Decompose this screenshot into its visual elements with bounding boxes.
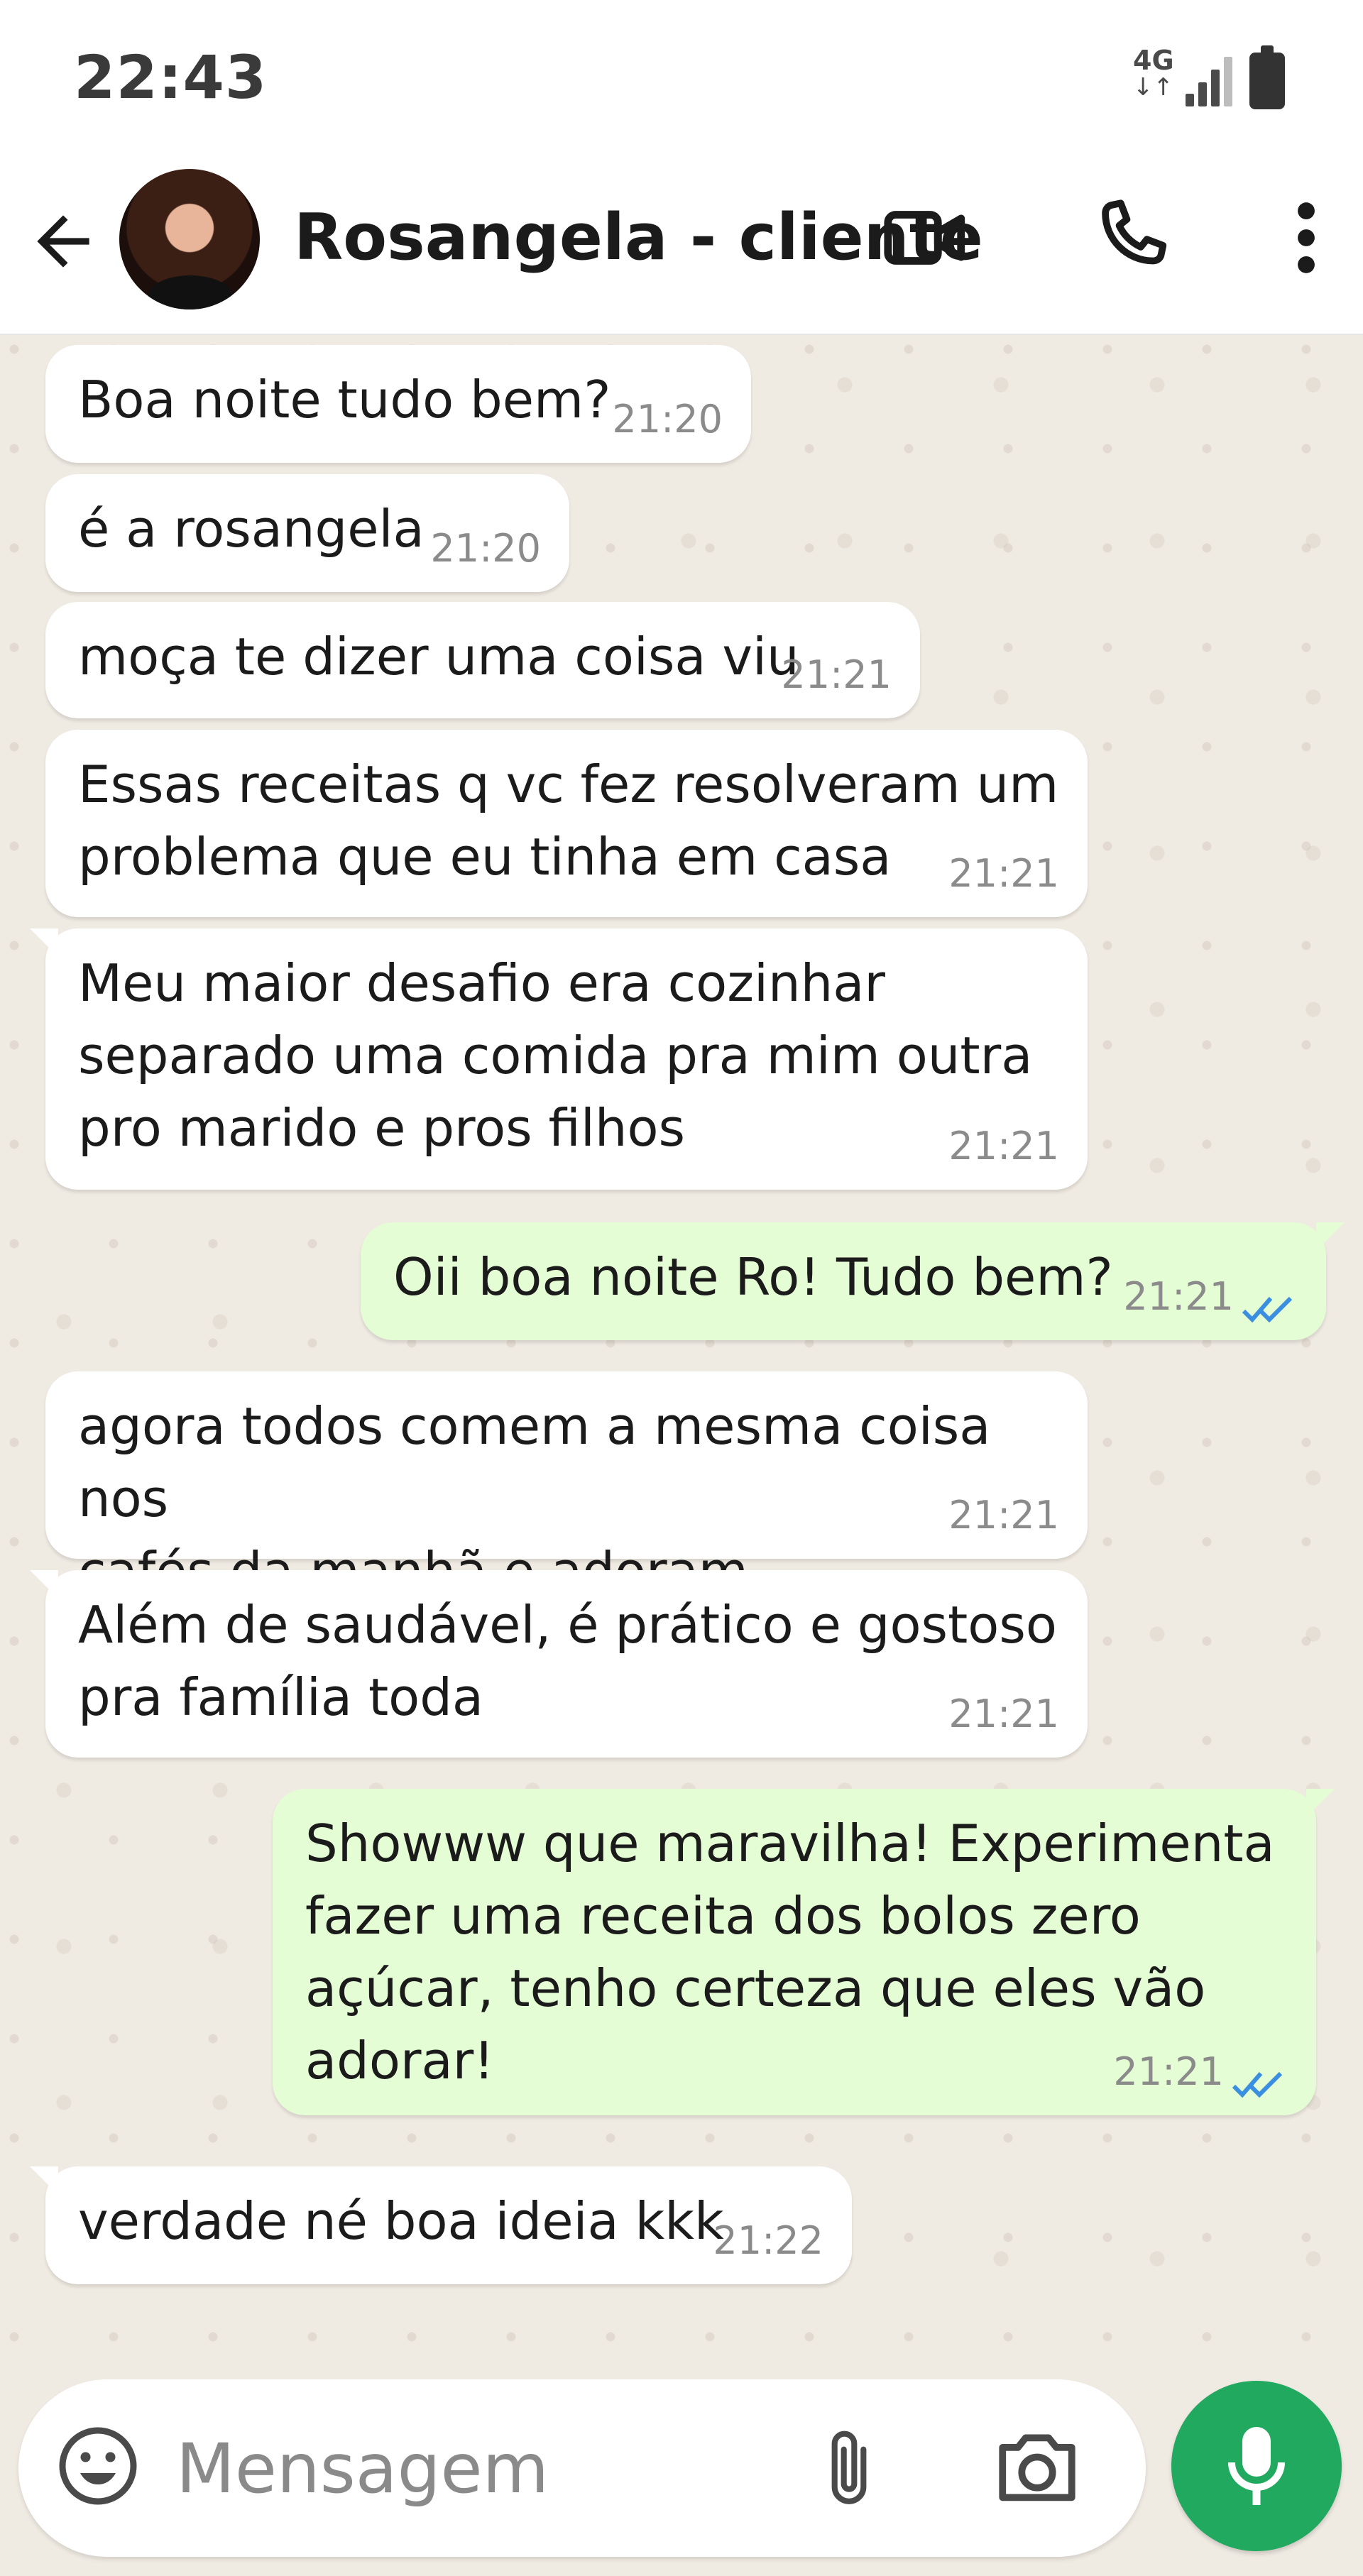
phone-icon[interactable] (1086, 192, 1178, 284)
video-call-icon[interactable] (880, 192, 973, 284)
battery-icon (1249, 45, 1285, 109)
message-time: 21:22 (713, 2218, 823, 2263)
message-text: Além de saudável, é prático e gostoso pr… (78, 1595, 1057, 1727)
message-bubble-incoming[interactable]: verdade né boa ideia kkk 21:22 (30, 2166, 852, 2284)
message-text: Oii boa noite Ro! Tudo bem? (393, 1247, 1113, 1307)
message-bubble-incoming[interactable]: Boa noite tudo bem? 21:20 (45, 345, 751, 463)
message-text: é a rosangela (78, 499, 425, 559)
message-time: 21:20 (612, 397, 723, 442)
message-bubble-outgoing[interactable]: Oii boa noite Ro! Tudo bem? 21:21 (361, 1222, 1345, 1340)
avatar[interactable] (119, 169, 260, 309)
back-arrow-icon[interactable] (24, 202, 102, 280)
message-list[interactable]: Boa noite tudo bem? 21:20 é a rosangela … (0, 335, 1363, 2379)
status-time: 22:43 (74, 43, 268, 112)
message-bubble-incoming[interactable]: moça te dizer uma coisa viu 21:21 (45, 602, 920, 718)
paperclip-icon[interactable] (814, 2421, 885, 2513)
more-vert-icon[interactable] (1285, 192, 1328, 284)
message-bubble-incoming[interactable]: Além de saudável, é prático e gostoso pr… (30, 1570, 1088, 1758)
message-bubble-incoming[interactable]: Essas receitas q vc fez resolveram um pr… (45, 730, 1088, 917)
status-bar: 22:43 4G ↓↑ (0, 0, 1363, 163)
message-text: Boa noite tudo bem? (78, 370, 611, 429)
camera-icon[interactable] (991, 2421, 1083, 2513)
message-time: 21:21 (781, 652, 892, 697)
mic-icon (1228, 2427, 1285, 2505)
message-text: moça te dizer uma coisa viu (78, 627, 799, 686)
read-receipt-icon (1232, 2071, 1283, 2098)
message-bubble-incoming[interactable]: agora todos comem a mesma coisa nos café… (45, 1371, 1088, 1601)
network-activity-icon: ↓↑ (1133, 73, 1173, 102)
signal-icon (1186, 55, 1235, 106)
message-time: 21:20 (430, 526, 541, 571)
network-type: 4G (1133, 45, 1174, 76)
emoji-icon[interactable] (55, 2423, 141, 2509)
message-time: 21:21 (948, 1692, 1059, 1736)
chat-header: Rosangela - cliente (0, 163, 1363, 335)
message-input[interactable] (175, 2418, 788, 2519)
message-text: Meu maior desafio era cozinhar separado … (78, 953, 1033, 1158)
message-time: 21:21 (948, 1124, 1059, 1168)
message-time: 21:21 (948, 851, 1059, 896)
message-bubble-incoming[interactable]: é a rosangela 21:20 (45, 474, 569, 592)
message-text: Essas receitas q vc fez resolveram um pr… (78, 755, 1059, 887)
read-receipt-icon (1242, 1296, 1293, 1323)
mic-button[interactable] (1171, 2381, 1342, 2551)
message-time: 21:21 (1113, 2049, 1224, 2094)
message-bubble-outgoing[interactable]: Showww que maravilha! Experimenta fazer … (273, 1789, 1335, 2115)
message-time: 21:21 (948, 1493, 1059, 1538)
message-bubble-incoming[interactable]: Meu maior desafio era cozinhar separado … (30, 928, 1088, 1190)
message-composer (18, 2379, 1146, 2557)
message-time: 21:21 (1123, 1274, 1234, 1319)
message-text: verdade né boa ideia kkk (78, 2191, 724, 2251)
